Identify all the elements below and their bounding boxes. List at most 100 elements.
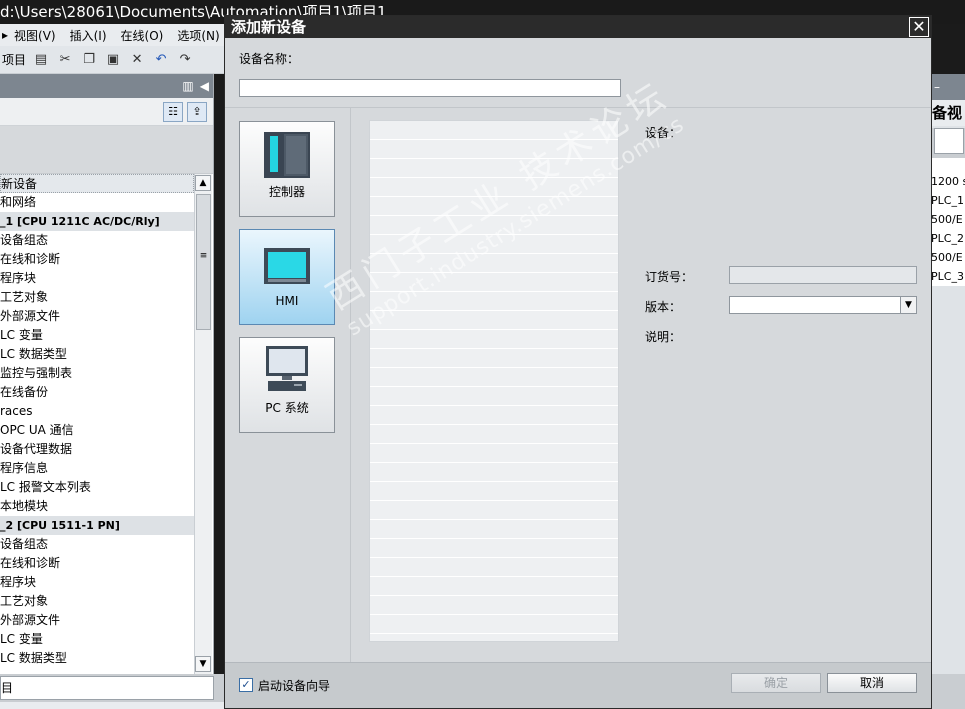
tree-item[interactable]: 外部源文件 (0, 611, 194, 630)
right-panel-tab[interactable] (934, 128, 964, 154)
right-panel-title: 备视 (930, 100, 965, 126)
tree-item[interactable]: LC 数据类型 (0, 649, 194, 668)
minimize-icon[interactable]: – (934, 80, 940, 94)
tree-item[interactable]: LC 变量 (0, 630, 194, 649)
details-view-tab[interactable]: 目 (0, 676, 214, 700)
device-name-section: 设备名称： (225, 38, 931, 108)
bottom-bar-left: 目 (0, 674, 230, 709)
pc-system-button[interactable]: PC 系统 (239, 337, 335, 433)
ok-button[interactable]: 确定 (731, 673, 821, 693)
tree-item[interactable]: 和网络 (0, 193, 194, 212)
hmi-label: HMI (275, 294, 299, 308)
description-label: 说明： (645, 330, 682, 344)
project-tree-panel: ▥ ◀ ☷ ⇪ 新设备 和网络 _1 [CPU 1211C AC/DC/Rly] 设备… (0, 74, 214, 674)
controller-icon (264, 132, 310, 178)
tree-item[interactable]: races (0, 402, 194, 421)
tree-item[interactable]: 在线备份 (0, 383, 194, 402)
device-name-input[interactable] (239, 79, 621, 97)
tree-item[interactable]: 新设备 (0, 174, 194, 193)
cut-icon[interactable]: ✂ (56, 51, 74, 69)
print-icon[interactable]: ▤ (32, 51, 50, 69)
project-tree-header: ▥ ◀ (0, 74, 213, 98)
project-tree-filter-area (0, 126, 213, 174)
menu-bar: ▸ 视图(V) 插入(I) 在线(O) 选项(N) (0, 24, 230, 46)
device-name-label: 设备名称： (239, 52, 300, 66)
device-list-item[interactable]: PLC_1 (930, 191, 965, 210)
tree-item[interactable]: 在线和诊断 (0, 554, 194, 573)
menu-online[interactable]: 在线(O) (121, 27, 164, 44)
start-wizard-checkbox[interactable]: ✓ (239, 678, 253, 692)
device-info-section: 设备： 订货号： 版本： ▼ 说明： (645, 108, 931, 662)
undo-icon[interactable]: ↶ (152, 51, 170, 69)
tree-item[interactable]: 在线和诊断 (0, 250, 194, 269)
redo-icon[interactable]: ↷ (176, 51, 194, 69)
device-list-item[interactable]: PLC_2 (930, 229, 965, 248)
tree-item[interactable]: 程序信息 (0, 459, 194, 478)
right-panel-header: – (930, 74, 965, 100)
scroll-down-icon[interactable]: ▼ (195, 656, 211, 672)
dialog-footer: ✓ 启动设备向导 确定 取消 (225, 662, 931, 708)
device-list-item[interactable]: 1200 s (930, 172, 965, 191)
tree-item[interactable]: 设备组态 (0, 535, 194, 554)
collapse-panel-icon[interactable]: ◀ (200, 79, 209, 93)
start-wizard-label: 启动设备向导 (258, 679, 331, 693)
tree-item[interactable]: 监控与强制表 (0, 364, 194, 383)
copy-icon[interactable]: ❐ (80, 51, 98, 69)
tree-item[interactable]: 设备代理数据 (0, 440, 194, 459)
close-icon[interactable]: ✕ (909, 17, 929, 37)
dialog-main-area: 控制器 HMI PC 系统 设备： 订货号： 版本： ▼ 说明： (225, 108, 931, 662)
tree-item[interactable]: 程序块 (0, 269, 194, 288)
export-icon[interactable]: ⇪ (187, 101, 207, 122)
device-list-item[interactable]: 500/E (930, 210, 965, 229)
tree-device-node[interactable]: _2 [CPU 1511-1 PN] (0, 516, 194, 535)
scroll-up-icon[interactable]: ▲ (195, 175, 211, 191)
device-type-column: 控制器 HMI PC 系统 (225, 108, 351, 662)
controller-button[interactable]: 控制器 (239, 121, 335, 217)
tree-item[interactable]: 本地模块 (0, 497, 194, 516)
order-number-label: 订货号： (645, 270, 694, 284)
hmi-icon (264, 248, 310, 284)
tree-item[interactable]: 外部源文件 (0, 307, 194, 326)
device-list-item[interactable]: 500/E (930, 248, 965, 267)
project-tree-list: 新设备 和网络 _1 [CPU 1211C AC/DC/Rly] 设备组态 在线和诊断程… (0, 174, 194, 668)
device-catalog-list[interactable] (369, 120, 619, 642)
menu-view[interactable]: 视图(V) (14, 27, 56, 44)
tree-scrollbar[interactable]: ▲ ≡ ▼ (194, 174, 212, 674)
tree-item[interactable]: OPC UA 通信 (0, 421, 194, 440)
menu-options[interactable]: 选项(N) (177, 27, 219, 44)
right-panel-list: 1200 s PLC_1 500/E PLC_2 500/E PLC_3 (930, 158, 965, 286)
tree-item[interactable]: LC 数据类型 (0, 345, 194, 364)
panel-layout-icon[interactable]: ▥ (182, 79, 193, 93)
device-list-item[interactable]: PLC_3 (930, 267, 965, 286)
project-tree-tools: ☷ ⇪ (0, 98, 213, 126)
pc-system-label: PC 系统 (265, 401, 309, 415)
pc-system-icon (266, 346, 308, 391)
device-label: 设备： (645, 126, 682, 140)
tree-item[interactable]: LC 变量 (0, 326, 194, 345)
version-select[interactable]: ▼ (729, 296, 917, 314)
dialog-title-bar: 添加新设备 ✕ (225, 16, 931, 38)
scrollbar-thumb[interactable]: ≡ (196, 194, 211, 330)
tree-item[interactable]: LC 报警文本列表 (0, 478, 194, 497)
delete-icon[interactable]: ✕ (128, 51, 146, 69)
paste-icon[interactable]: ▣ (104, 51, 122, 69)
order-number-field (729, 266, 917, 284)
device-view-panel: – 备视 1200 s PLC_1 500/E PLC_2 500/E PLC_3 (930, 74, 965, 674)
tree-item[interactable]: 工艺对象 (0, 592, 194, 611)
toolbar-project-label[interactable]: 项目 (2, 51, 26, 68)
tree-device-node[interactable]: _1 [CPU 1211C AC/DC/Rly] (0, 212, 194, 231)
version-label: 版本： (645, 300, 682, 314)
tree-item[interactable]: 工艺对象 (0, 288, 194, 307)
bottom-bar-right (930, 674, 965, 709)
detail-view-icon[interactable]: ☷ (163, 101, 183, 122)
cancel-button[interactable]: 取消 (827, 673, 917, 693)
add-new-device-dialog: 添加新设备 ✕ 设备名称： 控制器 HMI PC 系统 设备： 订货号： 版本：… (224, 15, 932, 709)
menu-insert[interactable]: 插入(I) (70, 27, 107, 44)
dialog-title: 添加新设备 (231, 18, 307, 36)
tree-item[interactable]: 设备组态 (0, 231, 194, 250)
hmi-button[interactable]: HMI (239, 229, 335, 325)
chevron-down-icon[interactable]: ▼ (900, 297, 916, 313)
controller-label: 控制器 (268, 185, 305, 199)
main-toolbar: 项目 ▤ ✂ ❐ ▣ ✕ ↶ ↷ (0, 46, 230, 74)
tree-item[interactable]: 程序块 (0, 573, 194, 592)
